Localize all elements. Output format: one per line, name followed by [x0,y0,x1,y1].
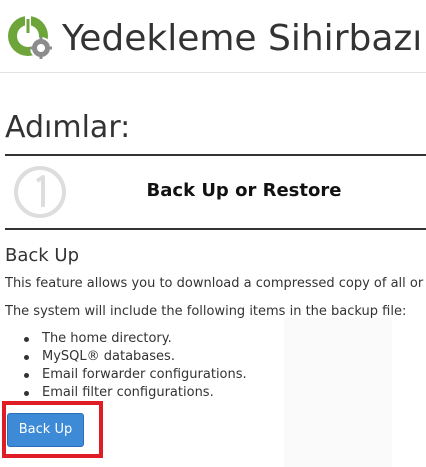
list-item: Email forwarder configurations. [24,366,247,384]
section-title: Back Up [5,245,80,266]
feature-description: This feature allows you to download a co… [5,276,424,291]
background-fade [284,318,392,467]
step-title: Back Up or Restore [146,180,342,201]
list-item-label: MySQL® databases. [42,349,175,364]
page-title: Yedekleme Sihirbazı [62,18,423,59]
back-up-button[interactable]: Back Up [7,413,84,447]
steps-heading: Adımlar: [5,110,131,145]
bullet-icon [24,373,29,378]
bullet-icon [24,337,29,342]
list-item: MySQL® databases. [24,348,247,366]
current-step-panel: Back Up or Restore [5,154,426,230]
list-item: The home directory. [24,330,247,348]
list-item-label: The home directory. [42,331,172,346]
number-1-circle-icon [14,166,66,218]
backup-wizard-icon [8,16,52,59]
backup-items-list: The home directory. MySQL® databases. Em… [22,330,247,402]
backup-wizard-page: Yedekleme Sihirbazı Adımlar: Back Up or … [0,0,426,467]
bullet-icon [24,391,29,396]
list-item-label: Email forwarder configurations. [42,367,247,382]
page-header: Yedekleme Sihirbazı [0,0,426,73]
bullet-icon [24,355,29,360]
list-item: Email filter configurations. [24,384,247,402]
list-item-label: Email filter configurations. [42,385,214,400]
